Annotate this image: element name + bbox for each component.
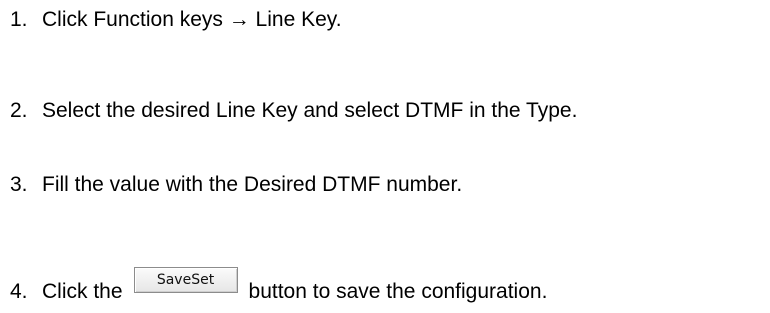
step-1: 1. Click Function keys → Line Key. [10,7,342,33]
step-text: Select the desired Line Key and select D… [42,99,578,122]
step-number: 2. [10,99,28,122]
step-number: 4. [10,280,28,303]
step-2: 2. Select the desired Line Key and selec… [10,98,577,124]
step-3: 3. Fill the value with the Desired DTMF … [10,172,462,198]
step-number: 3. [10,173,28,196]
step-text-after: button to save the configuration. [248,280,548,303]
step-text-before: Click the [42,280,123,303]
step-number: 1. [10,8,28,31]
saveset-button[interactable]: SaveSet [133,267,238,293]
step-text: Fill the value with the Desired DTMF num… [42,173,463,196]
step-text: Click Function keys → Line Key. [42,8,342,31]
step-4: 4. Click the SaveSet button to save the … [10,267,548,305]
